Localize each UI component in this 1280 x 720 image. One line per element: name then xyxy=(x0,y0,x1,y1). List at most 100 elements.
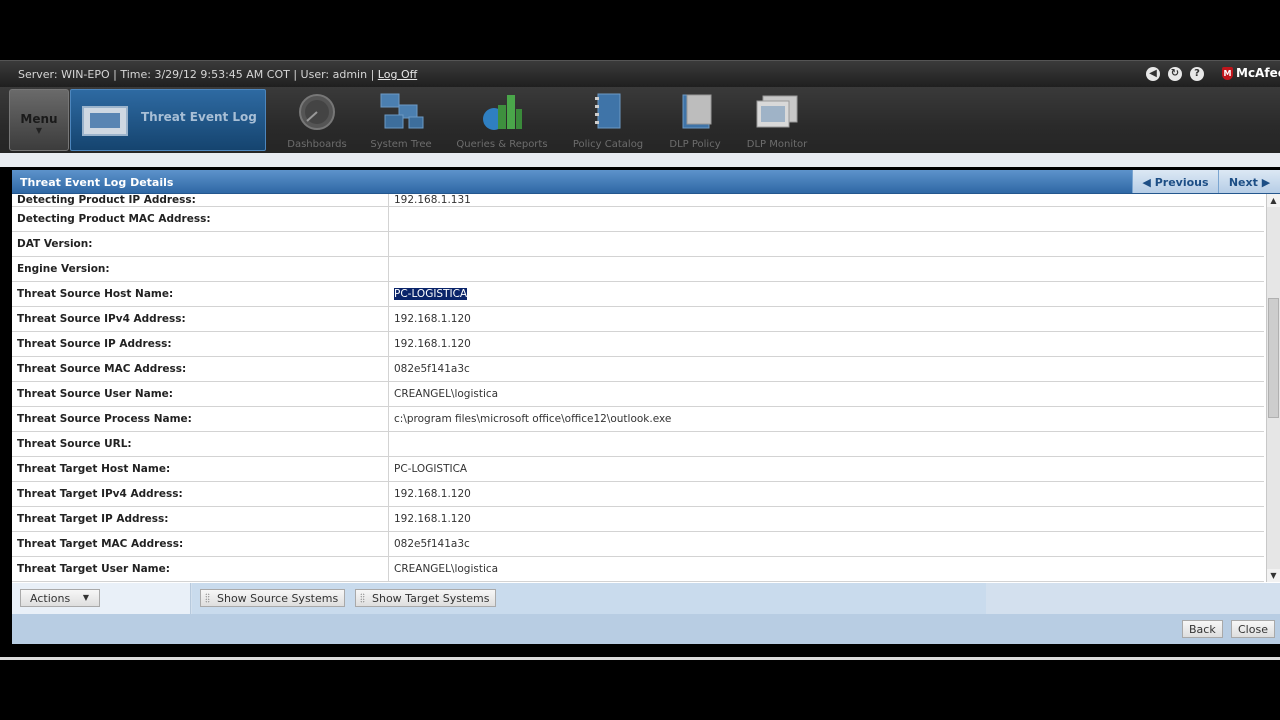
detail-row: Detecting Product IP Address: 192.168.1.1… xyxy=(12,194,1264,207)
log-off-link[interactable]: Log Off xyxy=(378,68,417,81)
nav-dashboards[interactable]: Dashboards xyxy=(286,91,348,150)
queries-reports-icon xyxy=(483,95,522,130)
detail-value[interactable]: 082e5f141a3c xyxy=(394,538,470,550)
detail-value[interactable]: 192.168.1.120 xyxy=(394,338,471,350)
nav-queries-reports[interactable]: Queries & Reports xyxy=(456,91,548,150)
detail-value[interactable]: PC-LOGISTICA xyxy=(394,463,467,475)
detail-key: Threat Source User Name: xyxy=(12,381,389,407)
detail-value-cell[interactable]: c:\program files\microsoft office\office… xyxy=(388,406,1264,432)
actions-dropdown[interactable]: Actions ▼ xyxy=(20,589,100,607)
detail-row: Threat Target User Name: CREANGEL\logisti… xyxy=(12,556,1264,582)
close-label: Close xyxy=(1238,623,1268,636)
session-info-text: Server: WIN-EPO | Time: 3/29/12 9:53:45 … xyxy=(18,68,375,81)
detail-key: Threat Source MAC Address: xyxy=(12,356,389,382)
next-button[interactable]: Next ▶ xyxy=(1218,170,1280,193)
detail-value-cell[interactable]: 192.168.1.120 xyxy=(388,506,1264,532)
policy-catalog-icon xyxy=(595,93,621,129)
detail-key: Threat Target IPv4 Address: xyxy=(12,481,389,507)
help-icon[interactable]: ? xyxy=(1190,67,1204,81)
chevron-down-icon: ▼ xyxy=(35,126,43,135)
detail-value[interactable]: PC-LOGISTICA xyxy=(394,288,468,300)
detail-value[interactable]: CREANGEL\logistica xyxy=(394,388,498,400)
content-spacer xyxy=(0,153,1280,167)
detail-value-cell[interactable] xyxy=(388,431,1264,457)
caret-down-icon: ▼ xyxy=(82,593,89,602)
session-info: Server: WIN-EPO | Time: 3/29/12 9:53:45 … xyxy=(18,68,417,81)
current-tab-threat-event-log[interactable]: Threat Event Log xyxy=(70,89,266,151)
scrollbar-thumb[interactable] xyxy=(1268,298,1279,418)
nav-label: DLP Policy xyxy=(669,139,721,150)
detail-key: Threat Source Host Name: xyxy=(12,281,389,307)
mcafee-logo: M McAfee xyxy=(1222,66,1280,80)
previous-button[interactable]: ◀ Previous xyxy=(1132,170,1218,193)
nav-system-tree[interactable]: System Tree xyxy=(366,91,436,150)
detail-key: Engine Version: xyxy=(12,256,389,282)
vertical-scrollbar[interactable]: ▲ ▼ xyxy=(1266,194,1280,582)
details-table-wrap: Detecting Product IP Address: 192.168.1.1… xyxy=(12,194,1264,582)
next-label: Next xyxy=(1228,176,1258,189)
system-buttons-zone: Show Source Systems Show Target Systems xyxy=(192,583,986,614)
detail-key: Detecting Product IP Address: xyxy=(12,194,389,207)
detail-value-cell[interactable]: 192.168.1.120 xyxy=(388,331,1264,357)
actions-zone: Actions ▼ xyxy=(12,583,191,614)
menu-button[interactable]: Menu ▼ xyxy=(9,89,69,151)
show-source-systems-button[interactable]: Show Source Systems xyxy=(200,589,346,607)
detail-value-cell[interactable] xyxy=(388,256,1264,282)
detail-row: Engine Version: xyxy=(12,256,1264,282)
detail-key: Threat Source IPv4 Address: xyxy=(12,306,389,332)
detail-value-cell[interactable]: 082e5f141a3c xyxy=(388,356,1264,382)
detail-value-cell[interactable]: 082e5f141a3c xyxy=(388,531,1264,557)
nav-label: Policy Catalog xyxy=(572,139,644,150)
detail-value[interactable]: 082e5f141a3c xyxy=(394,363,470,375)
nav-label: Dashboards xyxy=(287,139,347,150)
detail-value[interactable]: c:\program files\microsoft office\office… xyxy=(394,413,671,425)
current-tab-label: Threat Event Log xyxy=(141,110,257,124)
detail-value-cell[interactable]: CREANGEL\logistica xyxy=(388,556,1264,582)
nav-label: System Tree xyxy=(370,139,432,150)
panel-title: Threat Event Log Details xyxy=(20,176,174,189)
detail-value-cell[interactable] xyxy=(388,206,1264,232)
detail-value[interactable]: CREANGEL\logistica xyxy=(394,563,498,575)
nav-dlp-policy[interactable]: DLP Policy xyxy=(666,91,724,150)
threat-event-details-panel: Threat Event Log Details ◀ Previous Next… xyxy=(12,170,1280,644)
nav-label: DLP Monitor xyxy=(746,139,808,150)
nav-dlp-monitor[interactable]: DLP Monitor xyxy=(744,91,810,150)
detail-value[interactable]: 192.168.1.120 xyxy=(394,513,471,525)
detail-row: Threat Source IPv4 Address: 192.168.1.120 xyxy=(12,306,1264,332)
dlp-policy-icon xyxy=(682,94,712,129)
mcafee-shield-icon: M xyxy=(1222,66,1233,80)
detail-value[interactable]: 192.168.1.131 xyxy=(394,194,471,206)
detail-value-cell[interactable]: PC-LOGISTICA xyxy=(388,456,1264,482)
detail-key: Threat Target MAC Address: xyxy=(12,531,389,557)
action-bar: Actions ▼ Show Source Systems Show Targe… xyxy=(12,583,1280,614)
back-label: Back xyxy=(1189,623,1216,636)
scroll-up-arrow-icon[interactable]: ▲ xyxy=(1267,194,1280,207)
detail-value[interactable]: 192.168.1.120 xyxy=(394,488,471,500)
refresh-circle-icon[interactable]: ↻ xyxy=(1168,67,1182,81)
threat-event-log-icon xyxy=(82,106,128,136)
detail-row: Threat Source IP Address: 192.168.1.120 xyxy=(12,331,1264,357)
bottom-divider xyxy=(0,657,1280,660)
previous-label: Previous xyxy=(1154,176,1209,189)
detail-row: Threat Source Host Name: PC-LOGISTICA xyxy=(12,281,1264,307)
close-button[interactable]: Close xyxy=(1231,620,1275,638)
detail-value[interactable]: 192.168.1.120 xyxy=(394,313,471,325)
detail-value-cell[interactable]: 192.168.1.120 xyxy=(388,306,1264,332)
back-button[interactable]: Back xyxy=(1182,620,1223,638)
detail-value-cell[interactable] xyxy=(388,231,1264,257)
detail-value-cell[interactable]: 192.168.1.120 xyxy=(388,481,1264,507)
detail-row: Threat Source Process Name: c:\program fi… xyxy=(12,406,1264,432)
detail-value-cell[interactable]: PC-LOGISTICA xyxy=(388,281,1264,307)
nav-policy-catalog[interactable]: Policy Catalog xyxy=(571,91,645,150)
dashboard-gauge-icon xyxy=(299,94,335,130)
back-circle-icon[interactable]: ◀ xyxy=(1146,67,1160,81)
detail-value-cell[interactable]: CREANGEL\logistica xyxy=(388,381,1264,407)
chevron-left-icon: ◀ xyxy=(1142,176,1151,189)
scroll-down-arrow-icon[interactable]: ▼ xyxy=(1267,569,1280,582)
details-table: Detecting Product IP Address: 192.168.1.1… xyxy=(12,194,1264,582)
show-source-label: Show Source Systems xyxy=(217,592,339,605)
show-target-systems-button[interactable]: Show Target Systems xyxy=(355,589,497,607)
panel-header: Threat Event Log Details ◀ Previous Next… xyxy=(12,170,1280,194)
detail-value-cell[interactable]: 192.168.1.131 xyxy=(388,194,1264,207)
detail-row: Threat Target MAC Address: 082e5f141a3c xyxy=(12,531,1264,557)
